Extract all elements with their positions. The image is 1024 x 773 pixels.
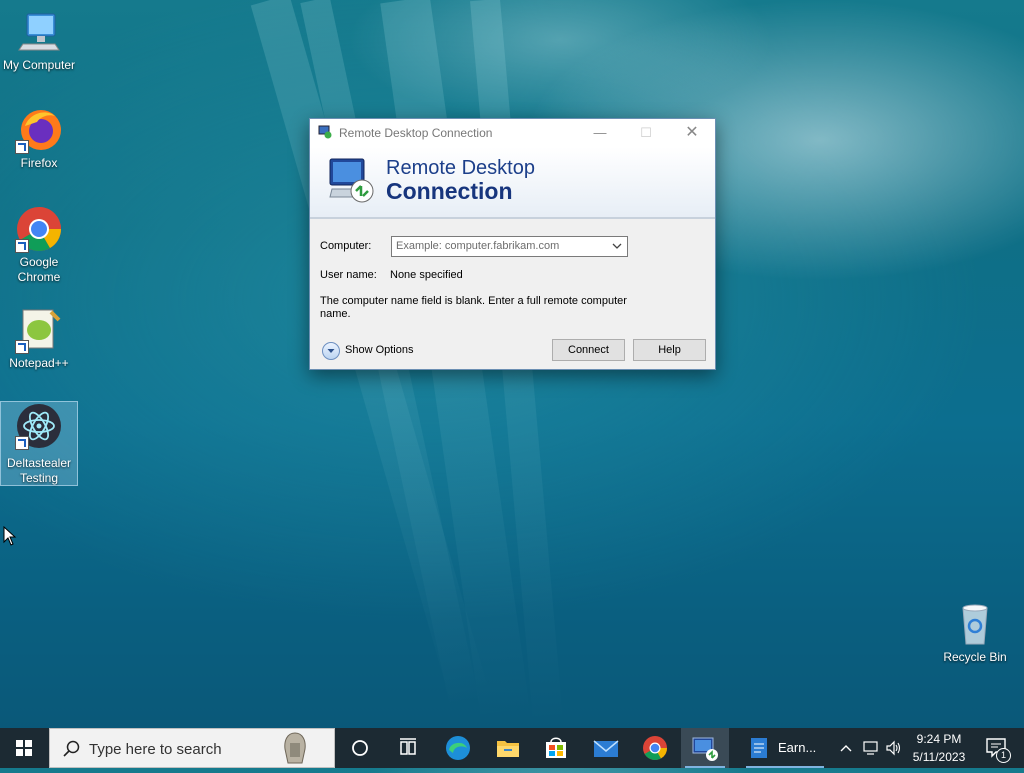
taskbar-chrome[interactable] <box>631 728 679 768</box>
desktop-icon-label: Firefox <box>20 156 58 170</box>
volume-icon[interactable] <box>885 740 903 761</box>
desktop-icon-label: Deltastealer Testing <box>6 456 72 485</box>
mail-icon <box>593 740 619 757</box>
blank-computer-message: The computer name field is blank. Enter … <box>320 295 627 320</box>
dialog-title: Remote Desktop Connection <box>339 126 493 140</box>
taskbar-search-box[interactable]: Type here to search <box>49 728 335 768</box>
start-button[interactable] <box>0 728 48 768</box>
chrome-icon <box>643 736 667 761</box>
desktop-icon-notepadpp[interactable]: Notepad++ <box>1 306 77 371</box>
desktop-icon-chrome[interactable]: Google Chrome <box>1 205 77 285</box>
taskbar-store[interactable] <box>532 728 580 768</box>
taskbar-remote-desktop[interactable] <box>681 728 729 768</box>
computer-icon <box>15 8 63 56</box>
taskbar: Type here to search Earn... 9:24 PM 5/11… <box>0 728 1024 768</box>
store-icon <box>546 737 566 758</box>
cortana-icon <box>352 740 368 756</box>
task-view-icon <box>400 738 416 755</box>
banner-title-line1: Remote Desktop <box>386 157 535 179</box>
maximize-button[interactable]: ☐ <box>623 119 669 147</box>
shortcut-arrow-icon <box>15 140 29 154</box>
show-options-link[interactable]: Show Options <box>345 344 413 356</box>
notification-count-badge: 1 <box>996 748 1011 763</box>
search-icon <box>63 740 80 757</box>
remote-desktop-icon <box>692 737 718 761</box>
computer-label: Computer: <box>320 240 372 252</box>
open-app-label: Earn... <box>778 740 817 755</box>
task-view-button[interactable] <box>384 728 432 768</box>
desktop-icon-label: Recycle Bin <box>943 650 1007 664</box>
shortcut-arrow-icon <box>15 436 29 450</box>
shortcut-arrow-icon <box>15 340 29 354</box>
taskbar-file-explorer[interactable] <box>484 728 532 768</box>
desktop-icon-my-computer[interactable]: My Computer <box>1 8 77 73</box>
taskbar-edge[interactable] <box>434 728 482 768</box>
computer-input[interactable]: Example: computer.fabrikam.com <box>396 240 559 252</box>
search-highlight-icon <box>280 731 310 767</box>
file-explorer-icon <box>497 741 519 757</box>
clock[interactable]: 9:24 PM 5/11/2023 <box>906 728 972 768</box>
clock-date: 5/11/2023 <box>912 750 966 764</box>
desktop-icon-deltastealer[interactable]: Deltastealer Testing <box>0 401 78 486</box>
search-input[interactable]: Type here to search <box>89 741 222 758</box>
banner-title-line2: Connection <box>386 178 513 204</box>
network-icon[interactable] <box>862 740 880 761</box>
document-icon <box>751 738 767 758</box>
computer-combobox[interactable]: Example: computer.fabrikam.com <box>391 236 628 257</box>
start-icon <box>16 740 32 756</box>
desktop-icon-recycle-bin[interactable]: Recycle Bin <box>940 600 1010 664</box>
chrome-icon <box>15 205 63 253</box>
minimize-button[interactable]: — <box>577 119 623 147</box>
chevron-down-icon[interactable] <box>611 239 623 251</box>
edge-icon <box>446 736 470 760</box>
desktop-icon-label: My Computer <box>2 58 76 72</box>
desktop-icon-label: Notepad++ <box>9 356 69 370</box>
clock-time: 9:24 PM <box>916 732 962 746</box>
remote-desktop-icon <box>318 125 332 139</box>
taskbar-open-app-earn[interactable]: Earn... <box>742 728 828 768</box>
dialog-titlebar[interactable]: Remote Desktop Connection — ☐ ✕ <box>310 119 715 147</box>
taskbar-mail[interactable] <box>582 728 630 768</box>
firefox-icon <box>15 106 63 154</box>
electron-icon <box>15 402 63 450</box>
notepadpp-icon <box>15 306 63 354</box>
chevron-down-icon <box>327 349 335 353</box>
close-button[interactable]: ✕ <box>669 119 715 147</box>
desktop-icon-label: Google Chrome <box>17 255 61 284</box>
mouse-cursor-icon <box>3 525 17 551</box>
recycle-bin-icon <box>951 600 999 648</box>
help-button[interactable]: Help <box>633 339 706 361</box>
chevron-up-icon[interactable] <box>838 740 854 761</box>
notification-center-button[interactable]: 1 <box>978 728 1018 768</box>
show-options-toggle[interactable] <box>322 342 340 360</box>
shortcut-arrow-icon <box>15 239 29 253</box>
username-value: None specified <box>390 269 463 281</box>
username-label: User name: <box>320 269 377 281</box>
connect-button[interactable]: Connect <box>552 339 625 361</box>
remote-desktop-large-icon <box>326 155 378 212</box>
remote-desktop-dialog[interactable]: Remote Desktop Connection — ☐ ✕ Remote D… <box>309 118 716 370</box>
desktop-icon-firefox[interactable]: Firefox <box>1 106 77 171</box>
dialog-banner: Remote Desktop Connection <box>310 147 715 219</box>
cortana-button[interactable] <box>336 728 384 768</box>
